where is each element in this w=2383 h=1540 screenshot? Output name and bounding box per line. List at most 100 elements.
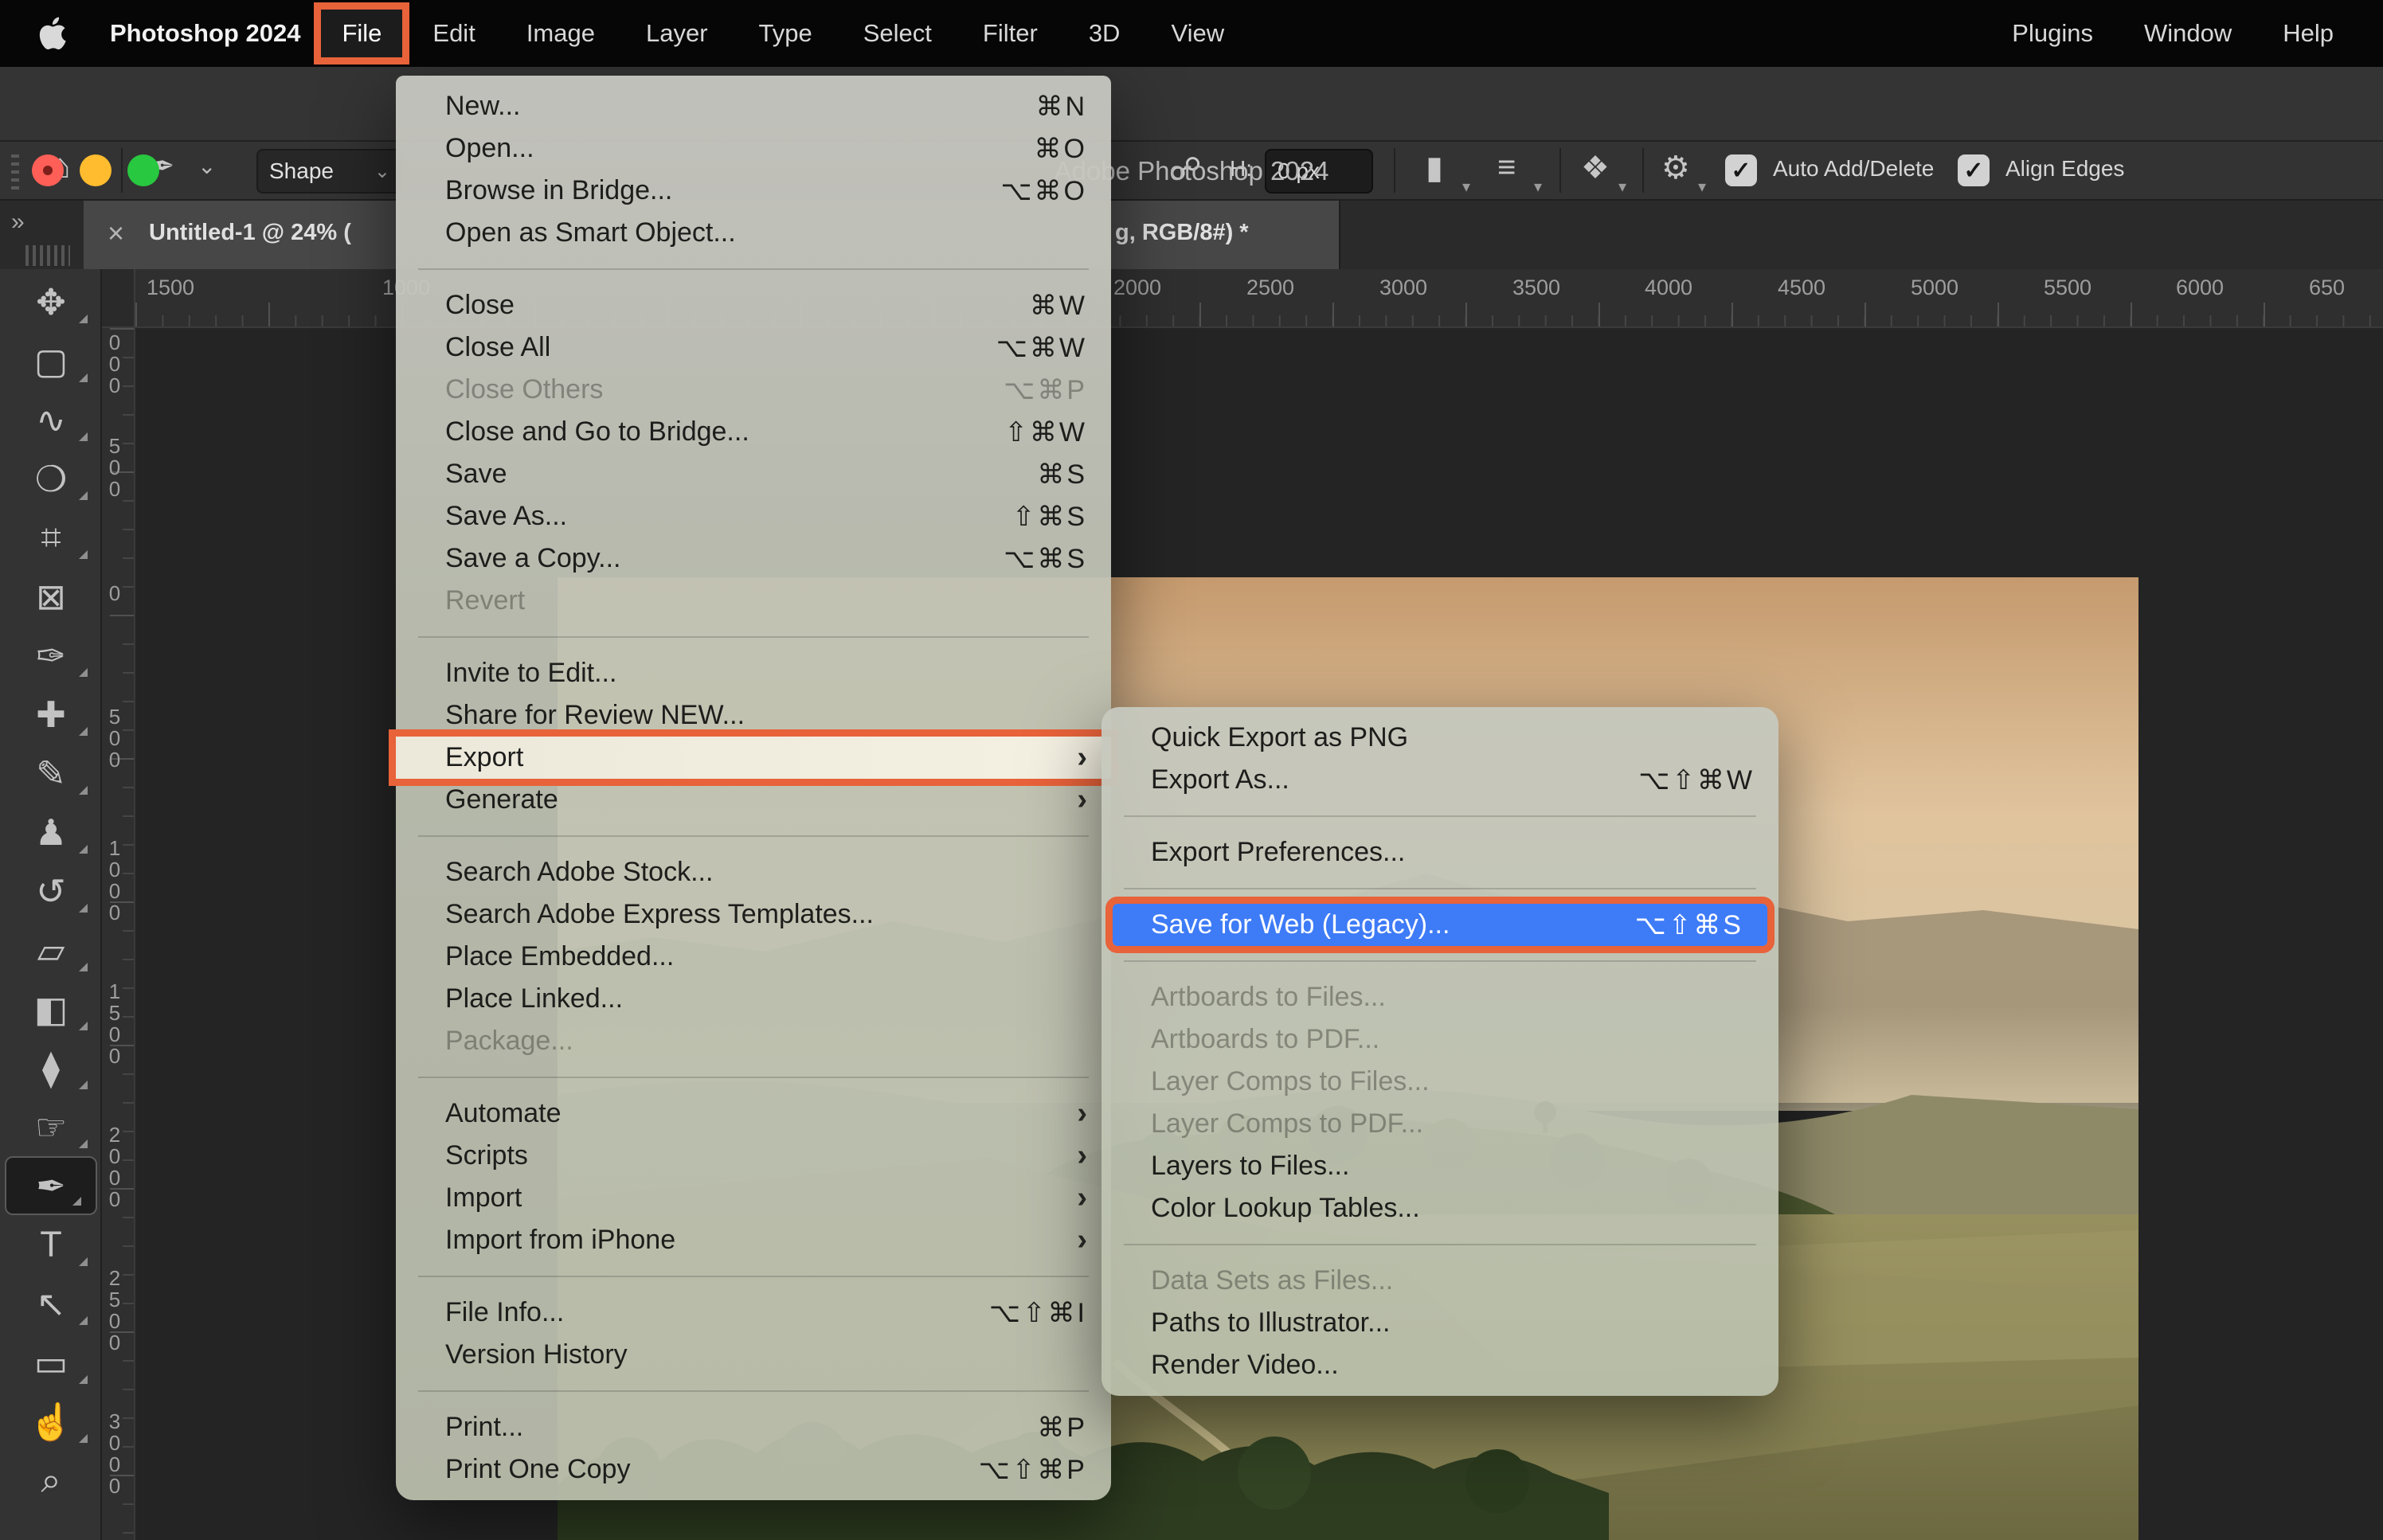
menu-item-revert: Revert: [396, 580, 1111, 622]
tool-flyout-indicator: [79, 432, 88, 441]
menu-item-invite-to-edit[interactable]: Invite to Edit...: [396, 652, 1111, 694]
type-tool[interactable]: T: [0, 1215, 102, 1274]
menu-item-export-preferences[interactable]: Export Preferences...: [1102, 831, 1778, 874]
menu-item-save-for-web-legacy[interactable]: Save for Web (Legacy)...⌥⇧⌘S: [1113, 904, 1767, 946]
menu-item-version-history[interactable]: Version History: [396, 1334, 1111, 1376]
app-menu-title[interactable]: Photoshop 2024: [110, 19, 300, 48]
menu-item-new[interactable]: New...⌘N: [396, 85, 1111, 127]
apple-menu-icon[interactable]: [38, 14, 73, 53]
menubar-item-window[interactable]: Window: [2123, 10, 2252, 57]
healing-brush-tool[interactable]: ✚: [0, 685, 102, 744]
eraser-tool[interactable]: ▱: [0, 920, 102, 979]
clone-stamp-tool[interactable]: ♟: [0, 803, 102, 862]
menu-item-color-lookup-tables[interactable]: Color Lookup Tables...: [1102, 1187, 1778, 1229]
menu-item-close-and-go-to-bridge[interactable]: Close and Go to Bridge...⇧⌘W: [396, 411, 1111, 453]
blur-tool[interactable]: ⧫: [0, 1038, 102, 1097]
vertical-ruler[interactable]: 000500050010001500200025003000: [102, 328, 135, 1540]
menu-item-search-adobe-stock[interactable]: Search Adobe Stock...: [396, 851, 1111, 893]
ruler-label: 5000: [1911, 276, 1958, 300]
lasso-tool[interactable]: ∿: [0, 390, 102, 449]
menu-item-label: Close and Go to Bridge...: [445, 416, 749, 448]
menubar-item-image[interactable]: Image: [506, 10, 616, 57]
tool-flyout-indicator: [79, 1081, 88, 1089]
menu-item-label: Layer Comps to PDF...: [1151, 1108, 1423, 1139]
history-brush-tool-icon: ↺: [36, 870, 66, 913]
menu-item-export[interactable]: Export›: [396, 737, 1111, 779]
menu-item-label: Place Embedded...: [445, 941, 674, 972]
gradient-tool[interactable]: ◧: [0, 979, 102, 1038]
rectangle-tool[interactable]: ▭: [0, 1333, 102, 1392]
menu-item-render-video[interactable]: Render Video...: [1102, 1344, 1778, 1386]
menu-item-label: Place Linked...: [445, 983, 623, 1014]
menubar-item-file[interactable]: File: [321, 10, 402, 57]
menu-item-close[interactable]: Close⌘W: [396, 284, 1111, 326]
menu-item-automate[interactable]: Automate›: [396, 1092, 1111, 1135]
menubar-item-layer[interactable]: Layer: [625, 10, 729, 57]
menu-item-label: Import: [445, 1182, 522, 1214]
menu-item-label: Search Adobe Stock...: [445, 857, 713, 888]
pen-tool[interactable]: ✒: [5, 1156, 97, 1215]
menu-item-label: Save for Web (Legacy)...: [1151, 909, 1450, 940]
menu-item-artboards-to-pdf: Artboards to PDF...: [1102, 1018, 1778, 1061]
frame-tool[interactable]: ⊠: [0, 567, 102, 626]
zoom-tool[interactable]: ⌕: [0, 1451, 102, 1510]
menu-item-save-as[interactable]: Save As...⇧⌘S: [396, 495, 1111, 537]
menu-item-layers-to-files[interactable]: Layers to Files...: [1102, 1145, 1778, 1187]
menu-item-share-for-review-new[interactable]: Share for Review NEW...: [396, 694, 1111, 737]
menu-item-import-from-iphone[interactable]: Import from iPhone›: [396, 1219, 1111, 1261]
ruler-label: 4500: [1778, 276, 1825, 300]
menu-item-generate[interactable]: Generate›: [396, 779, 1111, 821]
menubar-item-3d[interactable]: 3D: [1068, 10, 1141, 57]
menu-item-shortcut: ⌥⌘S: [1004, 543, 1087, 575]
window-title: Adobe Photoshop 2024: [0, 156, 2383, 186]
menu-item-paths-to-illustrator[interactable]: Paths to Illustrator...: [1102, 1302, 1778, 1344]
object-selection-tool[interactable]: ❍: [0, 449, 102, 508]
menubar-item-view[interactable]: View: [1150, 10, 1245, 57]
menu-item-search-adobe-express-templates[interactable]: Search Adobe Express Templates...: [396, 893, 1111, 936]
tab-close-icon[interactable]: ×: [108, 217, 124, 250]
menu-separator: [1102, 946, 1778, 976]
menu-item-file-info[interactable]: File Info...⌥⇧⌘I: [396, 1292, 1111, 1334]
menu-item-scripts[interactable]: Scripts›: [396, 1135, 1111, 1177]
path-selection-tool[interactable]: ↖: [0, 1274, 102, 1333]
menubar-item-edit[interactable]: Edit: [412, 10, 495, 57]
panel-collapse-icon[interactable]: »: [11, 209, 22, 236]
brush-tool[interactable]: ✎: [0, 744, 102, 803]
menubar-item-filter[interactable]: Filter: [962, 10, 1058, 57]
menu-item-import[interactable]: Import›: [396, 1177, 1111, 1219]
menu-item-open-as-smart-object[interactable]: Open as Smart Object...: [396, 212, 1111, 254]
menubar-item-help[interactable]: Help: [2262, 10, 2354, 57]
menu-item-place-linked[interactable]: Place Linked...: [396, 978, 1111, 1020]
submenu-arrow-icon: ›: [1077, 741, 1087, 775]
ruler-label: 0: [107, 583, 123, 604]
eyedropper-tool[interactable]: ✑: [0, 626, 102, 685]
marquee-tool[interactable]: ▢: [0, 331, 102, 390]
tool-flyout-indicator: [72, 1197, 81, 1206]
menu-item-label: Import from iPhone: [445, 1225, 675, 1256]
history-brush-tool[interactable]: ↺: [0, 862, 102, 920]
menubar-item-type[interactable]: Type: [738, 10, 833, 57]
menu-item-print[interactable]: Print...⌘P: [396, 1406, 1111, 1448]
menu-item-browse-in-bridge[interactable]: Browse in Bridge...⌥⌘O: [396, 170, 1111, 212]
menubar-item-plugins[interactable]: Plugins: [1991, 10, 2114, 57]
menubar-item-select[interactable]: Select: [843, 10, 953, 57]
menu-item-quick-export-as-png[interactable]: Quick Export as PNG: [1102, 717, 1778, 759]
menu-item-label: Invite to Edit...: [445, 658, 616, 689]
menu-item-export-as[interactable]: Export As...⌥⇧⌘W: [1102, 759, 1778, 801]
menu-item-open[interactable]: Open...⌘O: [396, 127, 1111, 170]
menu-item-print-one-copy[interactable]: Print One Copy⌥⇧⌘P: [396, 1448, 1111, 1491]
menu-item-place-embedded[interactable]: Place Embedded...: [396, 936, 1111, 978]
menu-item-label: Search Adobe Express Templates...: [445, 899, 874, 930]
lasso-tool-icon: ∿: [36, 399, 66, 441]
menu-item-close-all[interactable]: Close All⌥⌘W: [396, 326, 1111, 369]
healing-brush-tool-icon: ✚: [36, 694, 66, 736]
move-tool[interactable]: ✥: [0, 272, 102, 331]
menu-separator: [1102, 1229, 1778, 1260]
hand-tool[interactable]: ☝: [0, 1392, 102, 1451]
menu-item-label: Open...: [445, 133, 534, 164]
smudge-tool[interactable]: ☞: [0, 1097, 102, 1156]
menu-item-save[interactable]: Save⌘S: [396, 453, 1111, 495]
crop-tool[interactable]: ⌗: [0, 508, 102, 567]
menu-item-label: Render Video...: [1151, 1350, 1339, 1381]
menu-item-save-a-copy[interactable]: Save a Copy...⌥⌘S: [396, 537, 1111, 580]
